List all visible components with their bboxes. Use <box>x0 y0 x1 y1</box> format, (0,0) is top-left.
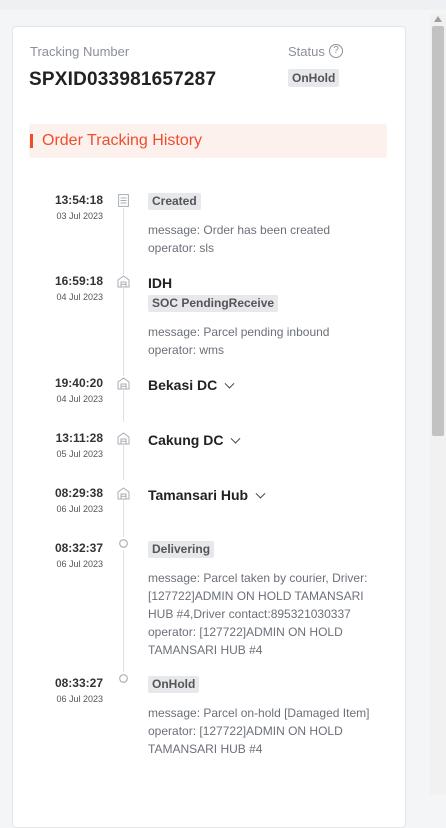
event-operator: operator: sls <box>148 241 215 255</box>
timeline-line <box>123 390 124 422</box>
timeline-line <box>123 500 124 538</box>
top-band <box>0 0 446 10</box>
event-date: 06 Jul 2023 <box>56 694 103 704</box>
scrollbar-thumb[interactable] <box>432 26 444 436</box>
event-date: 04 Jul 2023 <box>56 292 103 302</box>
document-icon <box>117 194 130 207</box>
event-time: 08:29:38 <box>54 486 103 500</box>
tracking-number-label: Tracking Number <box>30 44 130 59</box>
warehouse-icon <box>117 487 130 500</box>
event-details: message: Parcel taken by courier, Driver… <box>148 569 378 659</box>
event-status-tag: Delivering <box>148 541 215 558</box>
event-date: 04 Jul 2023 <box>56 394 103 404</box>
chevron-down-icon[interactable] <box>255 488 266 499</box>
timeline-line <box>123 445 124 480</box>
tracking-number: SPXID033981657287 <box>29 69 217 90</box>
order-tracking-history-header: Order Tracking History <box>29 124 387 158</box>
event-time: 19:40:20 <box>54 376 103 390</box>
event-location: IDH <box>148 275 173 291</box>
circle-icon <box>117 537 130 550</box>
event-location-toggle[interactable]: Tamansari Hub <box>148 487 266 503</box>
event-status-tag: Created <box>148 193 201 210</box>
event-time: 16:59:18 <box>54 274 103 288</box>
event-time: 13:11:28 <box>55 431 103 445</box>
event-date: 06 Jul 2023 <box>56 559 103 569</box>
event-location: Tamansari Hub <box>148 487 249 503</box>
event-location-toggle[interactable]: Cakung DC <box>148 432 241 448</box>
help-icon[interactable]: ? <box>329 44 343 58</box>
timeline-line <box>123 208 124 274</box>
event-time: 08:33:27 <box>54 676 103 690</box>
timeline-line <box>123 288 124 376</box>
event-message: message: Parcel pending inbound <box>148 325 330 339</box>
scroll-up-icon[interactable] <box>434 16 442 22</box>
event-operator: operator: [127722]ADMIN ON HOLD TAMANSAR… <box>148 724 343 756</box>
accent-bar <box>30 134 33 148</box>
event-location: Cakung DC <box>148 432 224 448</box>
event-details: message: Parcel pending inbound operator… <box>148 323 378 359</box>
event-message: message: Parcel taken by courier, Driver… <box>148 571 368 621</box>
chevron-down-icon[interactable] <box>224 378 235 389</box>
timeline-line <box>123 548 124 674</box>
event-date: 06 Jul 2023 <box>56 504 103 514</box>
event-details: message: Order has been created operator… <box>148 221 378 257</box>
event-location-toggle[interactable]: Bekasi DC <box>148 377 235 393</box>
event-status-tag: SOC PendingReceive <box>148 295 279 312</box>
history-title: Order Tracking History <box>42 132 203 149</box>
circle-icon <box>117 672 130 685</box>
event-message: message: Order has been created <box>148 223 331 237</box>
event-date: 03 Jul 2023 <box>56 211 103 221</box>
warehouse-icon <box>117 275 130 288</box>
event-operator: operator: wms <box>148 343 225 357</box>
event-message: message: Parcel on-hold [Damaged Item] <box>148 706 370 720</box>
event-status-tag: OnHold <box>148 676 200 693</box>
event-date: 05 Jul 2023 <box>56 449 103 459</box>
event-operator: operator: [127722]ADMIN ON HOLD TAMANSAR… <box>148 625 343 657</box>
warehouse-icon <box>117 432 130 445</box>
event-time: 13:54:18 <box>54 193 103 207</box>
event-time: 08:32:37 <box>54 541 103 555</box>
warehouse-icon <box>117 377 130 390</box>
event-details: message: Parcel on-hold [Damaged Item] o… <box>148 704 378 758</box>
event-location: Bekasi DC <box>148 377 218 393</box>
status-badge: OnHold <box>288 69 340 87</box>
status-label: Status <box>288 44 325 59</box>
chevron-down-icon[interactable] <box>231 433 241 444</box>
